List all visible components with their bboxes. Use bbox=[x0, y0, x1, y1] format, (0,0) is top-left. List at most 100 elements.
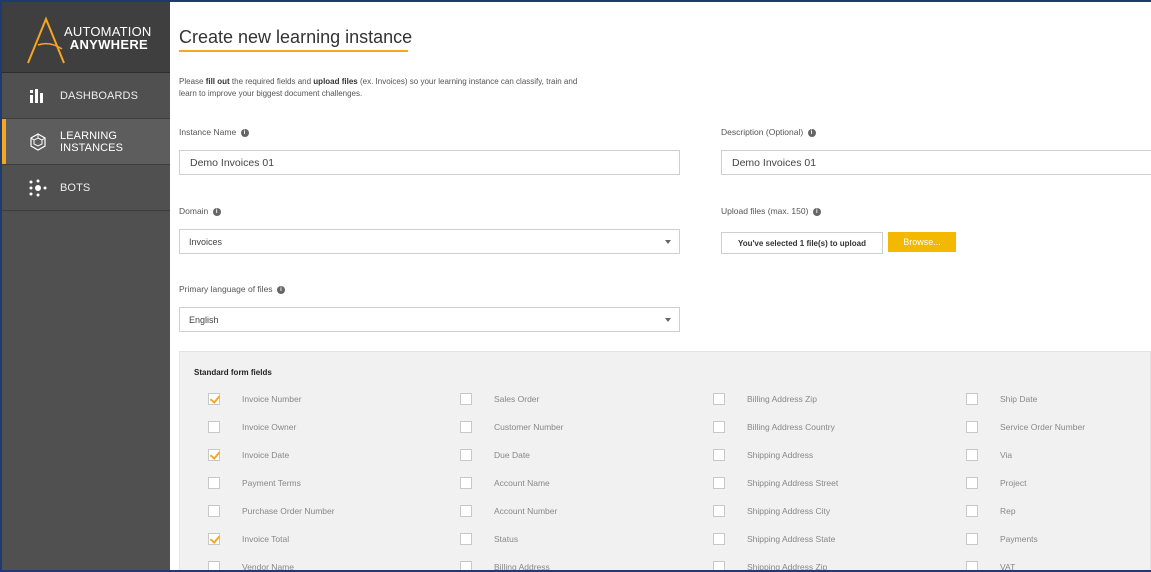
field-label: Invoice Number bbox=[242, 394, 302, 404]
chevron-down-icon bbox=[665, 318, 671, 322]
upload-status-box[interactable]: You've selected 1 file(s) to upload bbox=[721, 232, 883, 254]
info-icon[interactable]: i bbox=[276, 285, 285, 294]
field-label: Purchase Order Number bbox=[242, 506, 335, 516]
upload-status: You've selected 1 file(s) to upload bbox=[737, 238, 866, 248]
intro-pre: Please bbox=[179, 77, 206, 86]
field-label: Sales Order bbox=[494, 394, 540, 404]
field-option[interactable]: Invoice Owner bbox=[208, 420, 296, 434]
field-checkbox[interactable] bbox=[966, 449, 978, 461]
field-label: Service Order Number bbox=[1000, 422, 1086, 432]
field-option[interactable]: Due Date bbox=[460, 448, 530, 462]
field-option[interactable]: Purchase Order Number bbox=[208, 504, 335, 518]
field-option[interactable]: Invoice Number bbox=[208, 392, 302, 406]
field-option[interactable]: Customer Number bbox=[460, 420, 563, 434]
sidebar-item-learning-instances[interactable]: LEARNING INSTANCES bbox=[2, 119, 170, 165]
field-option[interactable]: Shipping Address Street bbox=[713, 476, 838, 490]
field-checkbox[interactable] bbox=[208, 505, 220, 517]
field-option[interactable]: Shipping Address State bbox=[713, 532, 835, 546]
field-option[interactable]: Rep bbox=[966, 504, 1016, 518]
upload-label-text: Upload files (max. 150) bbox=[721, 206, 809, 216]
field-option[interactable]: VAT bbox=[966, 560, 1015, 570]
instance-name-label-text: Instance Name bbox=[179, 127, 237, 137]
field-option[interactable]: Invoice Total bbox=[208, 532, 289, 546]
browse-button[interactable]: Browse... bbox=[888, 232, 956, 252]
field-option[interactable]: Service Order Number bbox=[966, 420, 1085, 434]
field-checkbox[interactable] bbox=[208, 477, 220, 489]
info-icon[interactable]: i bbox=[212, 207, 221, 216]
intro-bold-fill-out: fill out bbox=[205, 77, 230, 86]
logo-line2: ANYWHERE bbox=[69, 37, 148, 52]
field-checkbox[interactable] bbox=[713, 393, 725, 405]
field-checkbox[interactable] bbox=[966, 561, 978, 570]
field-option[interactable]: Payment Terms bbox=[208, 476, 301, 490]
field-label: Payment Terms bbox=[242, 478, 301, 488]
field-option[interactable]: Project bbox=[966, 476, 1026, 490]
info-icon[interactable]: i bbox=[240, 128, 249, 137]
field-checkbox[interactable] bbox=[966, 421, 978, 433]
field-label: Shipping Address State bbox=[747, 534, 836, 544]
field-checkbox[interactable] bbox=[460, 505, 472, 517]
field-option[interactable]: Shipping Address bbox=[713, 448, 813, 462]
field-label: Account Name bbox=[494, 478, 550, 488]
page-title: Create new learning instance bbox=[179, 27, 413, 47]
field-label: Invoice Date bbox=[242, 450, 290, 460]
field-checkbox[interactable] bbox=[713, 421, 725, 433]
info-icon[interactable]: i bbox=[812, 207, 821, 216]
domain-label-text: Domain bbox=[179, 206, 209, 216]
title-underline bbox=[179, 50, 408, 52]
language-select[interactable]: English bbox=[179, 307, 680, 332]
field-label: Payments bbox=[1000, 534, 1038, 544]
field-checkbox[interactable] bbox=[208, 449, 220, 461]
field-checkbox[interactable] bbox=[966, 393, 978, 405]
field-checkbox[interactable] bbox=[713, 561, 725, 570]
field-checkbox[interactable] bbox=[460, 393, 472, 405]
field-checkbox[interactable] bbox=[713, 477, 725, 489]
field-checkbox[interactable] bbox=[966, 533, 978, 545]
standard-fields-title: Standard form fields bbox=[194, 368, 272, 377]
field-label: Status bbox=[494, 534, 519, 544]
sidebar-item-dashboards[interactable]: DASHBOARDS bbox=[2, 73, 170, 119]
field-checkbox[interactable] bbox=[208, 393, 220, 405]
field-checkbox[interactable] bbox=[713, 533, 725, 545]
field-checkbox[interactable] bbox=[966, 477, 978, 489]
field-checkbox[interactable] bbox=[208, 533, 220, 545]
field-label: Shipping Address Street bbox=[747, 478, 839, 488]
field-checkbox[interactable] bbox=[713, 505, 725, 517]
field-checkbox[interactable] bbox=[460, 533, 472, 545]
field-checkbox[interactable] bbox=[208, 561, 220, 570]
field-label: Vendor Name bbox=[242, 562, 294, 572]
field-option[interactable]: Account Number bbox=[460, 504, 557, 518]
field-checkbox[interactable] bbox=[460, 421, 472, 433]
domain-select[interactable]: Invoices bbox=[179, 229, 680, 254]
field-option[interactable]: Account Name bbox=[460, 476, 550, 490]
field-option[interactable]: Status bbox=[460, 532, 518, 546]
main-content: Create new learning instance Please fill… bbox=[170, 2, 1151, 572]
field-option[interactable]: Ship Date bbox=[966, 392, 1037, 406]
field-checkbox[interactable] bbox=[966, 505, 978, 517]
info-icon[interactable]: i bbox=[807, 128, 816, 137]
field-option[interactable]: Billing Address Country bbox=[713, 420, 835, 434]
field-option[interactable]: Via bbox=[966, 448, 1012, 462]
field-checkbox[interactable] bbox=[208, 421, 220, 433]
field-option[interactable]: Vendor Name bbox=[208, 560, 294, 572]
logo[interactable]: AUTOMATION ANYWHERE bbox=[2, 2, 170, 73]
description-input[interactable]: Demo Invoices 01 bbox=[721, 150, 1151, 175]
field-option[interactable]: Payments bbox=[966, 532, 1038, 546]
field-label: Project bbox=[1000, 478, 1027, 488]
field-checkbox[interactable] bbox=[460, 449, 472, 461]
field-checkbox[interactable] bbox=[460, 477, 472, 489]
field-option[interactable]: Billing Address Zip bbox=[713, 392, 817, 406]
instance-name-input[interactable]: Demo Invoices 01 bbox=[179, 150, 680, 175]
sidebar-item-bots[interactable]: BOTS bbox=[2, 165, 170, 211]
bots-icon bbox=[28, 178, 48, 198]
field-option[interactable]: Billing Address bbox=[460, 560, 550, 570]
intro-line2: learn to improve your biggest document c… bbox=[179, 89, 363, 98]
field-option[interactable]: Shipping Address City bbox=[713, 504, 830, 518]
bar-chart-icon bbox=[28, 86, 48, 106]
field-option[interactable]: Sales Order bbox=[460, 392, 539, 406]
field-checkbox[interactable] bbox=[713, 449, 725, 461]
field-option[interactable]: Shipping Address Zip bbox=[713, 560, 827, 570]
field-checkbox[interactable] bbox=[460, 561, 472, 570]
field-label: Ship Date bbox=[1000, 394, 1038, 404]
field-option[interactable]: Invoice Date bbox=[208, 448, 289, 462]
